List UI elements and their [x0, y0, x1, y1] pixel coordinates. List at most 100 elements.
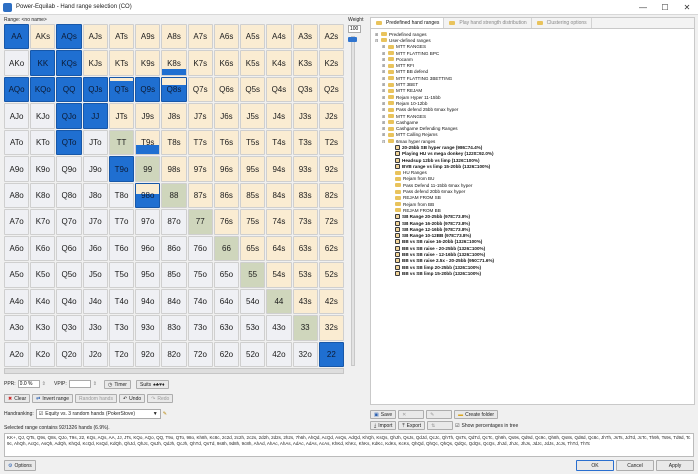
hand-cell-74s[interactable]: 74s: [266, 209, 292, 235]
hand-cell-j6s[interactable]: J6s: [213, 103, 240, 129]
hand-cell-96o[interactable]: 96o: [135, 235, 161, 262]
hand-cell-a5s[interactable]: A5s: [240, 24, 266, 50]
weight-slider-track[interactable]: [351, 36, 355, 366]
hand-cell-q7s[interactable]: Q7s: [187, 76, 213, 103]
expand-icon[interactable]: ⊞: [382, 82, 387, 87]
hand-cell-75o[interactable]: 75o: [187, 262, 213, 288]
collapse-icon[interactable]: ⊟: [375, 38, 380, 43]
clear-button[interactable]: ✖ Clear: [4, 394, 31, 403]
hand-cell-85o[interactable]: 85o: [161, 262, 187, 288]
hand-cell-t7o[interactable]: T7o: [108, 209, 135, 235]
hand-cell-aa[interactable]: AA: [4, 24, 30, 50]
hand-cell-72s[interactable]: 72s: [318, 209, 344, 235]
hand-cell-32s[interactable]: 32s: [318, 315, 344, 341]
hand-cell-ajo[interactable]: AJo: [4, 103, 30, 129]
hand-cell-82o[interactable]: 82o: [161, 341, 187, 367]
hand-cell-k9o[interactable]: K9o: [30, 156, 56, 182]
hand-cell-j5s[interactable]: J5s: [240, 103, 266, 129]
hand-cell-93o[interactable]: 93o: [135, 315, 161, 341]
hand-cell-84o[interactable]: 84o: [161, 288, 187, 315]
hand-cell-84s[interactable]: 84s: [266, 182, 292, 209]
hand-cell-q6o[interactable]: Q6o: [56, 235, 82, 262]
options-button[interactable]: ⚙ Options: [4, 460, 36, 471]
hand-cell-52s[interactable]: 52s: [318, 262, 344, 288]
rename-button[interactable]: ✎: [426, 410, 453, 419]
undo-button[interactable]: ↶ Undo: [118, 394, 146, 403]
hand-cell-42s[interactable]: 42s: [318, 288, 344, 315]
hand-cell-a3s[interactable]: A3s: [292, 24, 318, 50]
hand-cell-65o[interactable]: 65o: [213, 262, 240, 288]
hand-cell-94o[interactable]: 94o: [135, 288, 161, 315]
hand-cell-j2s[interactable]: J2s: [318, 103, 344, 129]
hand-cell-a9s[interactable]: A9s: [135, 24, 161, 50]
hand-cell-95o[interactable]: 95o: [135, 262, 161, 288]
hand-cell-q9s[interactable]: Q9s: [135, 76, 161, 103]
hand-cell-83o[interactable]: 83o: [161, 315, 187, 341]
hand-cell-86s[interactable]: 86s: [213, 182, 240, 209]
expand-icon[interactable]: ⊞: [382, 44, 387, 49]
hand-cell-q8o[interactable]: Q8o: [56, 182, 82, 209]
hand-cell-t3o[interactable]: T3o: [108, 315, 135, 341]
hand-cell-j7o[interactable]: J7o: [82, 209, 108, 235]
move-button[interactable]: ⇅: [427, 421, 454, 430]
hand-cell-62o[interactable]: 62o: [213, 341, 240, 367]
hand-cell-kk[interactable]: KK: [30, 50, 56, 76]
redo-button[interactable]: ↷ Redo: [147, 394, 174, 403]
hand-cell-ats[interactable]: ATs: [108, 24, 135, 50]
hand-cell-t8s[interactable]: T8s: [161, 129, 187, 156]
hand-cell-73o[interactable]: 73o: [187, 315, 213, 341]
hand-cell-t9s[interactable]: T9s: [135, 129, 161, 156]
hand-cell-j4o[interactable]: J4o: [82, 288, 108, 315]
hand-cell-53s[interactable]: 53s: [292, 262, 318, 288]
tab-1[interactable]: Play hand strength distribution: [444, 18, 532, 28]
hand-cell-a7s[interactable]: A7s: [187, 24, 213, 50]
hand-cell-64s[interactable]: 64s: [266, 235, 292, 262]
close-icon[interactable]: ✕: [676, 0, 698, 15]
hand-cell-87s[interactable]: 87s: [187, 182, 213, 209]
hand-cell-73s[interactable]: 73s: [292, 209, 318, 235]
vpip-spinner-icon[interactable]: ⇕: [93, 381, 97, 387]
weight-input[interactable]: [348, 25, 361, 33]
hand-cell-a4o[interactable]: A4o: [4, 288, 30, 315]
hand-cell-42o[interactable]: 42o: [266, 341, 292, 367]
hand-cell-96s[interactable]: 96s: [213, 156, 240, 182]
delete-button[interactable]: ✕: [398, 410, 425, 419]
hand-cell-52o[interactable]: 52o: [240, 341, 266, 367]
hand-cell-93s[interactable]: 93s: [292, 156, 318, 182]
hand-cell-k8s[interactable]: K8s: [161, 50, 187, 76]
hand-cell-72o[interactable]: 72o: [187, 341, 213, 367]
hand-cell-88[interactable]: 88: [161, 182, 187, 209]
hand-cell-k3o[interactable]: K3o: [30, 315, 56, 341]
hand-cell-ato[interactable]: ATo: [4, 129, 30, 156]
hand-cell-q2o[interactable]: Q2o: [56, 341, 82, 367]
hand-cell-94s[interactable]: 94s: [266, 156, 292, 182]
hand-cell-99[interactable]: 99: [135, 156, 161, 182]
expand-icon[interactable]: ⊞: [382, 126, 387, 131]
hand-cell-kto[interactable]: KTo: [30, 129, 56, 156]
hand-cell-j3s[interactable]: J3s: [292, 103, 318, 129]
hand-cell-55[interactable]: 55: [240, 262, 266, 288]
hand-cell-k3s[interactable]: K3s: [292, 50, 318, 76]
hand-cell-ako[interactable]: AKo: [4, 50, 30, 76]
hand-cell-qts[interactable]: QTs: [108, 76, 135, 103]
hand-cell-43o[interactable]: 43o: [266, 315, 292, 341]
hand-cell-tt[interactable]: TT: [108, 129, 135, 156]
hand-cell-t6s[interactable]: T6s: [213, 129, 240, 156]
hand-cell-98o[interactable]: 98o: [135, 182, 161, 209]
expand-icon[interactable]: ⊞: [382, 88, 387, 93]
hand-cell-k2o[interactable]: K2o: [30, 341, 56, 367]
hand-cell-jj[interactable]: JJ: [82, 103, 108, 129]
hand-cell-87o[interactable]: 87o: [161, 209, 187, 235]
hand-cell-kqo[interactable]: KQo: [30, 76, 56, 103]
hand-cell-a4s[interactable]: A4s: [266, 24, 292, 50]
hand-cell-q9o[interactable]: Q9o: [56, 156, 82, 182]
timer-button[interactable]: ◷ Timer: [104, 380, 131, 389]
expand-icon[interactable]: ⊞: [382, 63, 387, 68]
hand-cell-85s[interactable]: 85s: [240, 182, 266, 209]
hand-cell-qjo[interactable]: QJo: [56, 103, 82, 129]
hand-cell-aqo[interactable]: AQo: [4, 76, 30, 103]
invert-range-button[interactable]: ⇄ Invert range: [32, 394, 74, 403]
hand-cell-76s[interactable]: 76s: [213, 209, 240, 235]
hand-cell-44[interactable]: 44: [266, 288, 292, 315]
hand-cell-k7o[interactable]: K7o: [30, 209, 56, 235]
